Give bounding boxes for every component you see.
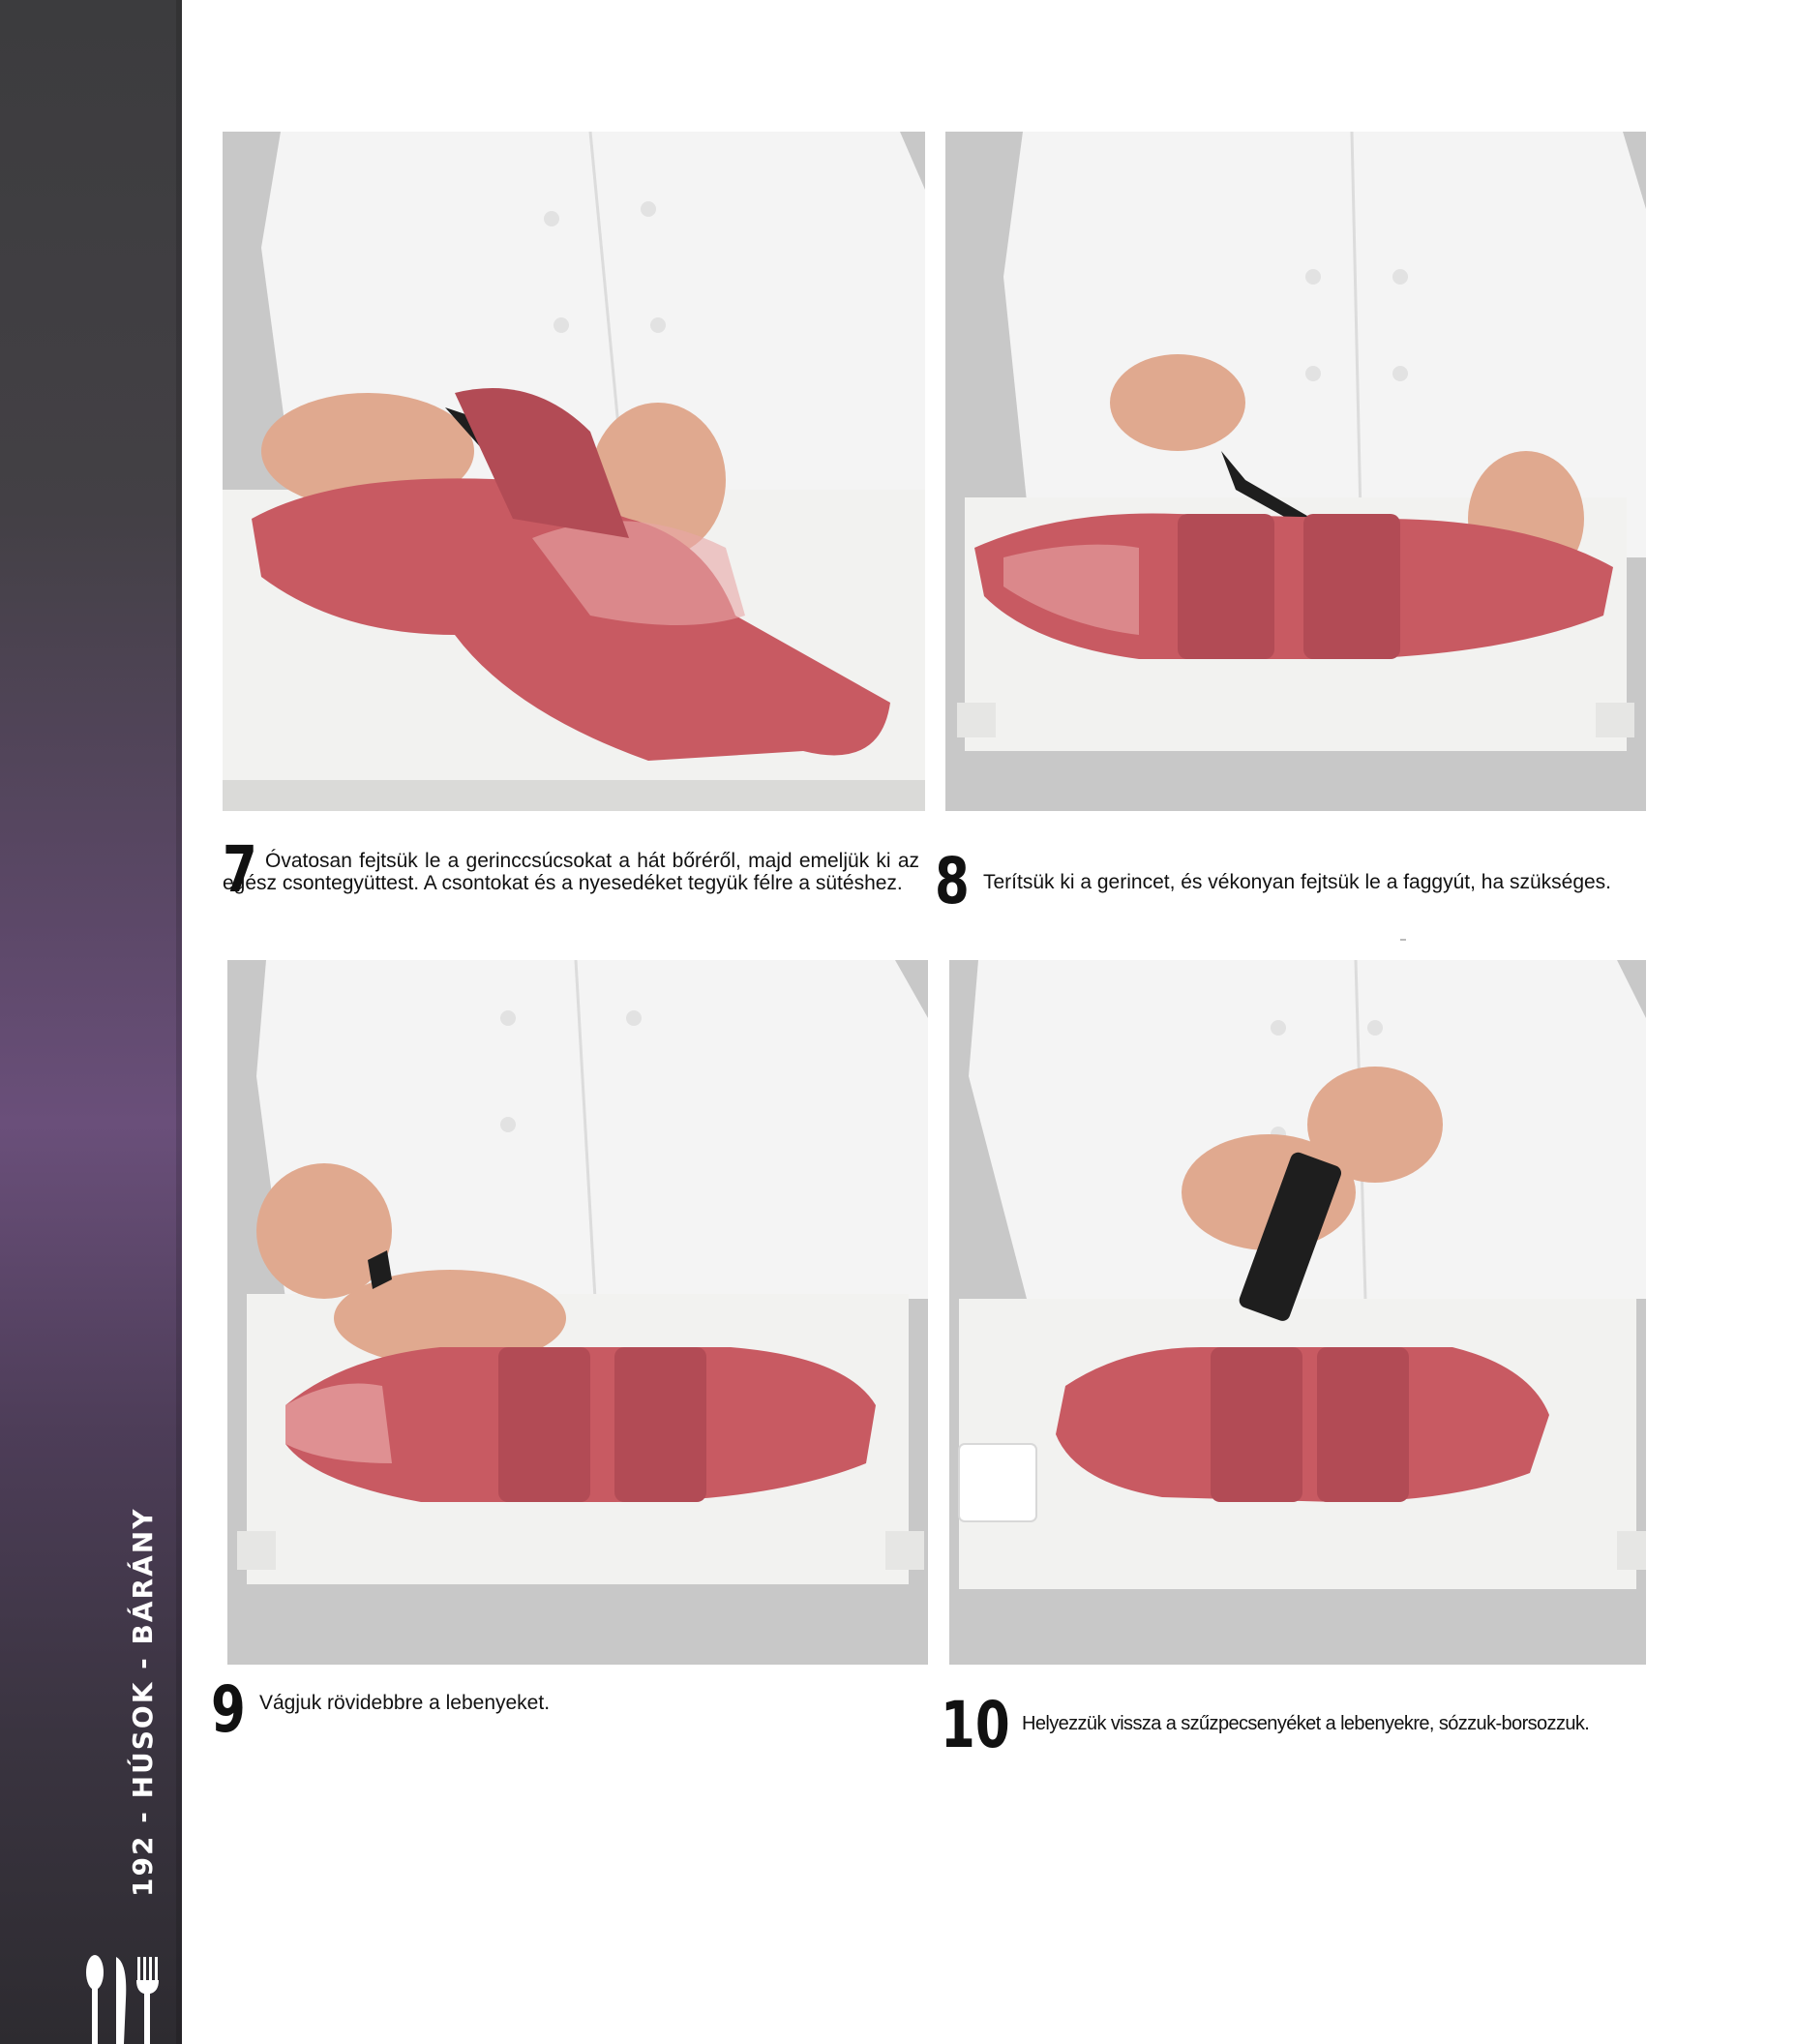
- print-mark: [1400, 939, 1406, 941]
- step-8-caption: 8 Terítsük ki a gerincet, és vékonyan fe…: [935, 842, 1651, 919]
- step-text: Terítsük ki a gerincet, és vékonyan fejt…: [983, 871, 1612, 893]
- step-number: 10: [941, 1688, 1010, 1762]
- step-9-caption: 9 Vágjuk rövidebbre a lebenyeket.: [211, 1678, 927, 1756]
- step-number: 9: [211, 1672, 246, 1747]
- step-8-photo: [945, 132, 1646, 811]
- cutlery-icon: [86, 1955, 159, 2044]
- step-number: 8: [935, 844, 970, 918]
- step-text: Vágjuk rövidebbre a lebenyeket.: [259, 1692, 551, 1714]
- section-label: 192 - HÚSOK - BÁRÁNY: [127, 1507, 159, 1897]
- step-7-caption: 7 Óvatosan fejtsük le a gerinccsúcsokat …: [223, 838, 925, 935]
- step-text: Óvatosan fejtsük le a gerinccsúcsokat a …: [223, 850, 919, 894]
- side-band: 192 - HÚSOK - BÁRÁNY: [0, 0, 182, 2044]
- step-text: Helyezzük vissza a szűzpecsenyéket a leb…: [1022, 1713, 1590, 1734]
- step-10-photo: [949, 960, 1646, 1665]
- step-7-photo: [223, 132, 925, 811]
- step-10-caption: 10 Helyezzük vissza a szűzpecsenyéket a …: [941, 1694, 1657, 1781]
- step-9-photo: [227, 960, 928, 1665]
